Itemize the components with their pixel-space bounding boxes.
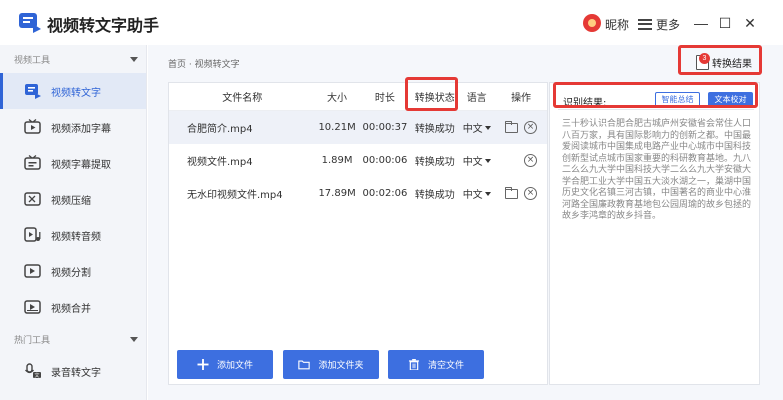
- result-toolbar: 识别结果: 智能总结 文本校对: [558, 90, 754, 110]
- file-name: 视频文件.mp4: [187, 157, 253, 168]
- folder-icon[interactable]: [505, 186, 519, 199]
- sidebar-item-video-to-text[interactable]: 视频转文字: [0, 73, 146, 109]
- main-panel: 首页 · 视频转文字 转换结果 3 文件名称 大小 时长 转换状态 语言 操作 …: [148, 45, 783, 400]
- avatar[interactable]: [583, 14, 601, 32]
- language-select[interactable]: 中文: [463, 153, 491, 168]
- delete-icon[interactable]: ×: [524, 121, 538, 134]
- sidebar-item-extract-subtitle[interactable]: 视频字幕提取: [0, 145, 146, 181]
- file-duration: 00:00:06: [362, 155, 408, 166]
- file-size: 17.89M: [318, 188, 356, 199]
- file-table: 文件名称 大小 时长 转换状态 语言 操作 合肥简介.mp4 10.21M 00…: [168, 82, 548, 385]
- sidebar-item-label: 视频压缩: [51, 195, 91, 207]
- add-file-label: 添加文件: [216, 361, 253, 371]
- sidebar-item-label: 录音转文字: [51, 367, 101, 379]
- app-title: 视频转文字助手: [47, 16, 160, 35]
- video-to-text-icon: [25, 84, 41, 99]
- smart-summary-button[interactable]: 智能总结: [655, 92, 700, 107]
- sidebar-item-label: 视频转文字: [51, 87, 101, 99]
- clear-files-button[interactable]: 清空文件: [388, 350, 484, 379]
- close-button[interactable]: ✕: [741, 14, 759, 32]
- sidebar-section-hot-tools[interactable]: 热门工具: [0, 325, 146, 353]
- sidebar-item-split[interactable]: 视频分割: [0, 253, 146, 289]
- sidebar: 视频工具 视频转文字 视频添加字幕 视频字幕提取 视频压缩 视频转音频 视频分割…: [0, 45, 147, 400]
- title-bar: 视频转文字助手 昵称 更多 — ☐ ✕: [0, 0, 783, 45]
- table-header: 文件名称 大小 时长 转换状态 语言 操作: [169, 83, 547, 111]
- chevron-down-icon: [130, 336, 138, 342]
- chevron-down-icon: [130, 56, 138, 62]
- sidebar-item-video-to-audio[interactable]: 视频转音频: [0, 217, 146, 253]
- trash-icon: [408, 359, 420, 370]
- recording-text-icon: 文: [24, 363, 41, 379]
- chevron-down-icon: [484, 191, 491, 196]
- status-badge: 转换成功: [414, 157, 455, 168]
- tv-subtitle-icon: [24, 119, 41, 134]
- chevron-down-icon: [484, 125, 491, 130]
- result-label: 识别结果:: [563, 98, 607, 109]
- maximize-button[interactable]: ☐: [716, 14, 734, 32]
- minimize-button[interactable]: —: [692, 14, 710, 32]
- status-badge: 转换成功: [414, 190, 455, 201]
- delete-icon[interactable]: ×: [524, 187, 538, 200]
- file-name: 无水印视频文件.mp4: [187, 190, 283, 201]
- table-row[interactable]: 无水印视频文件.mp4 17.89M 00:02:06 转换成功 中文 ×: [169, 177, 547, 210]
- more-label: 更多: [656, 17, 681, 32]
- nickname-label[interactable]: 昵称: [605, 16, 629, 33]
- folder-add-icon: [298, 360, 311, 370]
- file-name: 合肥简介.mp4: [187, 124, 253, 135]
- header-duration: 时长: [374, 93, 395, 104]
- header-file-name: 文件名称: [222, 93, 263, 104]
- clear-files-label: 清空文件: [427, 361, 464, 371]
- sidebar-item-label: 视频合并: [51, 303, 91, 315]
- language-value: 中文: [462, 124, 483, 135]
- file-duration: 00:02:06: [362, 188, 408, 199]
- status-badge: 转换成功: [414, 124, 455, 135]
- sidebar-item-label: 视频分割: [51, 267, 91, 279]
- language-select[interactable]: 中文: [463, 186, 491, 201]
- folder-icon[interactable]: [505, 120, 519, 133]
- language-value: 中文: [462, 157, 483, 168]
- language-select[interactable]: 中文: [463, 120, 491, 135]
- header-status: 转换状态: [414, 93, 455, 104]
- compress-icon: [24, 192, 41, 206]
- file-size: 1.89M: [321, 155, 353, 166]
- header-language: 语言: [466, 93, 487, 104]
- delete-icon[interactable]: ×: [524, 154, 538, 167]
- sidebar-section-video-tools[interactable]: 视频工具: [0, 45, 146, 73]
- language-value: 中文: [462, 190, 483, 201]
- header-size: 大小: [327, 93, 348, 104]
- chevron-down-icon: [484, 158, 491, 163]
- sidebar-item-label: 视频转音频: [51, 231, 101, 243]
- video-audio-icon: [24, 227, 41, 242]
- header-operations: 操作: [511, 93, 532, 104]
- add-folder-button[interactable]: 添加文件夹: [283, 350, 379, 379]
- sidebar-item-label: 视频添加字幕: [51, 123, 111, 135]
- sidebar-item-add-subtitle[interactable]: 视频添加字幕: [0, 109, 146, 145]
- sidebar-section-label: 热门工具: [14, 335, 51, 346]
- add-file-button[interactable]: 添加文件: [177, 350, 273, 379]
- breadcrumb[interactable]: 首页 · 视频转文字: [168, 57, 240, 70]
- sidebar-item-compress[interactable]: 视频压缩: [0, 181, 146, 217]
- table-row[interactable]: 视频文件.mp4 1.89M 00:00:06 转换成功 中文 ×: [169, 144, 547, 177]
- more-menu-button[interactable]: 更多: [638, 14, 680, 34]
- app-logo-icon: [19, 13, 41, 33]
- recognition-result-text[interactable]: 三十秒认识合肥合肥古城庐州安徽省会常住人口八百万家，具有国际影响力的创新之都。中…: [562, 119, 756, 223]
- recognition-result-panel: 识别结果: 智能总结 文本校对 三十秒认识合肥合肥古城庐州安徽省会常住人口八百万…: [549, 82, 760, 385]
- merge-icon: [24, 300, 41, 314]
- file-size: 10.21M: [318, 122, 356, 133]
- svg-text:文: 文: [34, 372, 39, 379]
- plus-icon: [197, 359, 209, 370]
- tv-extract-icon: [24, 155, 41, 170]
- split-icon: [24, 264, 41, 278]
- table-row[interactable]: 合肥简介.mp4 10.21M 00:00:37 转换成功 中文 ×: [169, 111, 547, 144]
- sidebar-section-label: 视频工具: [14, 55, 51, 66]
- result-count-badge: 3: [699, 53, 710, 64]
- sidebar-item-recording-to-text[interactable]: 文 录音转文字: [0, 353, 146, 389]
- sidebar-item-label: 视频字幕提取: [51, 159, 111, 171]
- sidebar-item-merge[interactable]: 视频合并: [0, 289, 146, 325]
- menu-icon: [638, 18, 652, 30]
- add-folder-label: 添加文件夹: [318, 361, 364, 371]
- conversion-result-label: 转换结果: [712, 59, 752, 70]
- text-proofread-button[interactable]: 文本校对: [708, 92, 753, 107]
- file-duration: 00:00:37: [362, 122, 408, 133]
